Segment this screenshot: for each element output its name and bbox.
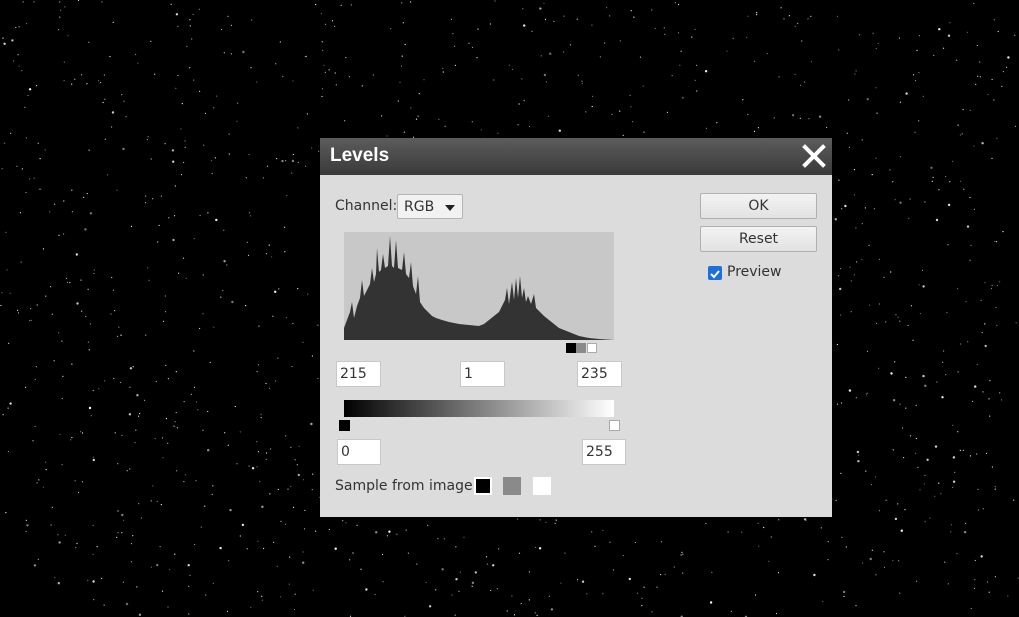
channel-select-value: RGB bbox=[404, 199, 435, 215]
close-button[interactable] bbox=[800, 142, 828, 170]
output-black-field[interactable]: 0 bbox=[337, 439, 381, 465]
sample-gray-point[interactable] bbox=[503, 477, 521, 495]
input-gamma-handle[interactable] bbox=[576, 343, 586, 353]
input-white-handle[interactable] bbox=[587, 343, 597, 353]
output-gradient-bar bbox=[344, 400, 614, 417]
input-black-handle[interactable] bbox=[566, 343, 576, 353]
histogram bbox=[344, 232, 614, 340]
ok-button[interactable]: OK bbox=[700, 193, 817, 219]
preview-label: Preview bbox=[727, 264, 782, 280]
dialog-title: Levels bbox=[330, 145, 390, 166]
sample-from-image-label: Sample from image: bbox=[335, 478, 478, 494]
checkmark-icon bbox=[710, 270, 720, 279]
output-black-handle[interactable] bbox=[339, 420, 350, 431]
levels-dialog: Levels Channel: RGB OK Reset Preview 215… bbox=[320, 138, 832, 517]
input-white-field[interactable]: 235 bbox=[577, 361, 622, 387]
sample-black-point[interactable] bbox=[474, 477, 492, 495]
channel-label: Channel: bbox=[335, 198, 398, 214]
reset-button[interactable]: Reset bbox=[700, 226, 817, 252]
sample-white-point[interactable] bbox=[533, 477, 551, 495]
input-gamma-field[interactable]: 1 bbox=[460, 361, 505, 387]
close-x-icon bbox=[802, 144, 826, 168]
chevron-down-icon bbox=[445, 205, 455, 211]
dialog-titlebar[interactable]: Levels bbox=[320, 138, 832, 175]
preview-checkbox[interactable] bbox=[708, 266, 722, 280]
input-black-field[interactable]: 215 bbox=[336, 361, 381, 387]
channel-select[interactable]: RGB bbox=[397, 194, 463, 219]
output-white-handle[interactable] bbox=[609, 420, 620, 431]
output-white-field[interactable]: 255 bbox=[582, 439, 626, 465]
